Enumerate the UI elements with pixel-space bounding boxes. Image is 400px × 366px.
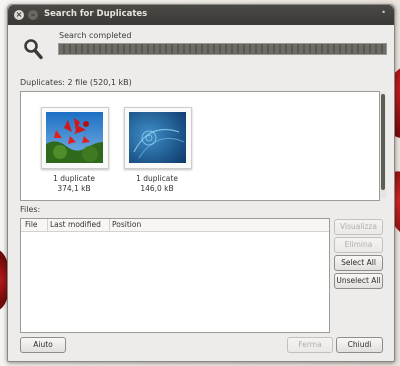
files-table-header: File Last modified Position — [21, 219, 329, 232]
duplicate-caption: 1 duplicate 374,1 kB — [34, 174, 114, 194]
column-last-modified[interactable]: Last modified — [50, 220, 101, 229]
minimize-icon[interactable]: – — [28, 10, 38, 20]
column-file[interactable]: File — [25, 220, 38, 229]
duplicate-size: 374,1 kB — [57, 184, 91, 193]
delete-button[interactable]: Elimina — [334, 237, 383, 253]
close-button[interactable]: Chiudi — [336, 337, 383, 353]
search-duplicates-dialog: × – Search for Duplicates • Search compl… — [7, 4, 395, 362]
status-text: Search completed — [59, 31, 132, 40]
column-divider — [109, 219, 110, 231]
duplicates-list[interactable]: 1 duplicate 374,1 kB 1 duplicate 146,0 k… — [20, 91, 380, 201]
titlebar: × – Search for Duplicates • — [8, 5, 394, 25]
progress-bar — [58, 43, 387, 55]
view-button[interactable]: Visualizza — [334, 219, 383, 235]
select-all-button[interactable]: Select All — [334, 255, 383, 271]
search-icon — [24, 39, 43, 60]
duplicates-header: Duplicates: 2 file (520,1 kB) — [20, 78, 132, 87]
column-position[interactable]: Position — [112, 220, 141, 229]
close-icon[interactable]: × — [14, 10, 24, 20]
files-table[interactable]: File Last modified Position — [20, 218, 330, 333]
files-label: Files: — [20, 205, 41, 214]
help-button[interactable]: Aiuto — [20, 337, 66, 353]
duplicates-scrollbar[interactable] — [380, 92, 386, 198]
duplicate-size: 146,0 kB — [140, 184, 174, 193]
unselect-all-button[interactable]: Unselect All — [334, 273, 383, 289]
duplicate-thumbnail[interactable] — [41, 107, 109, 169]
column-divider — [47, 219, 48, 231]
stop-button[interactable]: Ferma — [287, 337, 333, 353]
duplicate-thumbnail[interactable] — [124, 107, 192, 169]
window-menu-icon[interactable]: • — [381, 8, 386, 17]
duplicate-count: 1 duplicate — [136, 174, 178, 183]
red-leaves-photo — [46, 112, 103, 163]
duplicate-count: 1 duplicate — [53, 174, 95, 183]
progress-fill — [59, 44, 386, 54]
scrollbar-thumb[interactable] — [381, 94, 385, 190]
window-title: Search for Duplicates — [44, 9, 148, 19]
blue-abstract-wallpaper — [129, 112, 186, 163]
duplicate-caption: 1 duplicate 146,0 kB — [117, 174, 197, 194]
